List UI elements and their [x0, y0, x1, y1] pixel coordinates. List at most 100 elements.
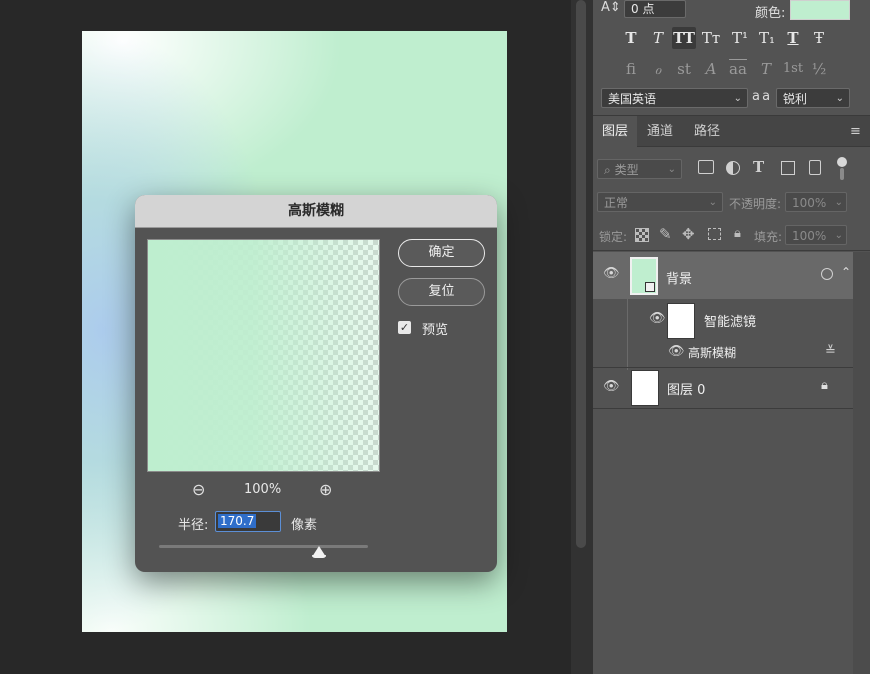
- ordinals-button[interactable]: 1st: [781, 58, 805, 80]
- chevron-down-icon: ⌄: [733, 93, 742, 104]
- panel-divider: [593, 250, 870, 251]
- dialog-title: 高斯模糊: [135, 195, 497, 228]
- antialias-select[interactable]: 锐利 ⌄: [776, 88, 850, 108]
- visibility-eye-icon[interactable]: 👁︎: [649, 311, 666, 326]
- opentype-buttons: fi ℴ st A aa T 1st ½: [600, 58, 850, 82]
- chevron-down-icon: ⌄: [834, 230, 843, 241]
- antialias-icon: a a: [752, 89, 770, 104]
- faux-italic-button[interactable]: T: [646, 27, 670, 49]
- layer-name[interactable]: 背景: [666, 268, 692, 287]
- lock-position-icon[interactable]: ✥: [682, 225, 695, 243]
- zoom-in-icon[interactable]: ⊕: [319, 480, 332, 499]
- subscript-button[interactable]: T₁: [755, 27, 779, 49]
- zoom-out-icon[interactable]: ⊖: [192, 480, 205, 499]
- smart-filters-row[interactable]: 👁︎ 智能滤镜: [593, 299, 853, 370]
- filter-blending-options-icon[interactable]: ≚: [825, 344, 836, 359]
- filter-name[interactable]: 高斯模糊: [688, 344, 736, 361]
- leading-icon: A⇕: [601, 0, 621, 15]
- search-icon: ⌕: [604, 163, 611, 177]
- swash-button[interactable]: A: [699, 58, 723, 80]
- panel-menu-icon[interactable]: ≡: [850, 124, 861, 139]
- radius-value: 170.7: [218, 514, 257, 528]
- radius-unit: 像素: [291, 518, 318, 533]
- tab-channels[interactable]: 通道: [647, 116, 673, 147]
- gaussian-blur-dialog: 高斯模糊 确定 复位 ✓ 预览 ⊖ 100% ⊕ 半径: 170.7 像素: [135, 195, 497, 572]
- layer-thumbnail: [631, 370, 659, 406]
- faux-bold-button[interactable]: T: [619, 27, 643, 49]
- reset-button[interactable]: 复位: [398, 278, 485, 306]
- superscript-button[interactable]: T¹: [728, 27, 752, 49]
- text-color-swatch[interactable]: [790, 0, 850, 20]
- font-size-field[interactable]: 0 点: [624, 0, 686, 18]
- filter-toggle[interactable]: [837, 157, 847, 181]
- visibility-eye-icon[interactable]: 👁︎: [668, 344, 685, 359]
- preview-image: [148, 240, 379, 471]
- ligatures-button[interactable]: fi: [619, 58, 643, 80]
- filter-kind-value: 类型: [614, 163, 639, 177]
- preview-checkbox[interactable]: ✓: [398, 321, 411, 334]
- layers-scrollbar[interactable]: [853, 252, 870, 674]
- smart-object-badge-icon: [645, 282, 655, 292]
- chevron-down-icon: ⌄: [835, 93, 844, 104]
- strikethrough-button[interactable]: Ŧ: [807, 27, 831, 49]
- small-caps-button[interactable]: Tт: [699, 27, 723, 49]
- lock-pixels-icon[interactable]: ✎: [659, 225, 672, 243]
- lock-transparent-icon[interactable]: [635, 228, 649, 242]
- fill-label: 填充:: [754, 230, 783, 244]
- smart-filter-indicator-icon[interactable]: [821, 268, 833, 280]
- language-select[interactable]: 美国英语 ⌄: [601, 88, 748, 108]
- radius-slider-thumb-base: [312, 555, 326, 558]
- layer-divider: [593, 408, 853, 409]
- type-style-buttons: T T TT Tт T¹ T₁ T Ŧ: [600, 27, 850, 51]
- chevron-down-icon: ⌄: [708, 197, 717, 208]
- blend-mode-select[interactable]: 正常 ⌄: [597, 192, 723, 212]
- opacity-value: 100%: [792, 196, 827, 210]
- visibility-eye-icon[interactable]: 👁︎: [603, 266, 620, 281]
- underline-button[interactable]: T: [781, 27, 805, 49]
- filter-mask-thumbnail: [667, 303, 695, 339]
- tab-paths[interactable]: 路径: [694, 116, 720, 147]
- layers-panel-tabs: 图层 通道 路径 ≡: [593, 115, 870, 147]
- visibility-eye-icon[interactable]: 👁︎: [603, 379, 620, 394]
- radius-input[interactable]: 170.7: [215, 511, 281, 532]
- smart-object-filter-icon[interactable]: [809, 160, 821, 175]
- titling-alternates-button[interactable]: T: [754, 58, 778, 80]
- language-value: 美国英语: [608, 92, 657, 106]
- layer-name[interactable]: 图层 0: [667, 379, 705, 398]
- tab-layers[interactable]: 图层: [593, 116, 637, 147]
- contextual-alternates-button[interactable]: ℴ: [646, 58, 670, 80]
- type-layer-filter-icon[interactable]: T: [753, 158, 764, 176]
- adjustment-layer-filter-icon[interactable]: [726, 161, 740, 175]
- blend-mode-value: 正常: [604, 196, 629, 210]
- all-caps-button[interactable]: TT: [672, 27, 696, 49]
- opacity-field[interactable]: 100% ⌄: [785, 192, 847, 212]
- discretionary-ligatures-button[interactable]: st: [672, 58, 696, 80]
- preview-label: 预览: [422, 323, 449, 338]
- layer-row-layer-0[interactable]: 👁︎ 图层 0 🔒︎: [593, 368, 853, 408]
- canvas-scrollbar-thumb[interactable]: [576, 0, 586, 548]
- fractions-button[interactable]: ½: [807, 58, 831, 80]
- opacity-label: 不透明度:: [729, 197, 782, 211]
- fill-field[interactable]: 100% ⌄: [785, 225, 847, 245]
- lock-all-icon[interactable]: 🔒︎: [734, 226, 741, 241]
- layer-lock-icon[interactable]: 🔒︎: [821, 378, 828, 393]
- filter-preview[interactable]: [147, 239, 380, 472]
- pixel-layer-filter-icon[interactable]: [698, 160, 714, 174]
- layer-filter-kind[interactable]: ⌕ 类型 ⌄: [597, 159, 682, 179]
- chevron-down-icon: ⌄: [834, 197, 843, 208]
- radius-label: 半径:: [178, 518, 209, 533]
- ok-button[interactable]: 确定: [398, 239, 485, 267]
- radius-slider-track[interactable]: [159, 545, 368, 548]
- shape-layer-filter-icon[interactable]: [781, 161, 795, 175]
- stylistic-alternates-button[interactable]: aa: [726, 58, 750, 80]
- layer-row-background[interactable]: 👁︎ 背景 ⌃: [593, 252, 853, 299]
- smart-filters-label: 智能滤镜: [704, 315, 757, 330]
- chevron-down-icon: ⌄: [667, 164, 676, 175]
- zoom-level: 100%: [244, 482, 282, 497]
- collapse-chevron-icon[interactable]: ⌃: [841, 265, 851, 279]
- fill-value: 100%: [792, 229, 827, 243]
- layer-thumbnail: [630, 257, 658, 295]
- color-label: 颜色:: [755, 6, 786, 21]
- lock-artboard-icon[interactable]: [708, 228, 721, 240]
- filter-item-gaussian-blur[interactable]: 👁︎ 高斯模糊 ≚: [593, 339, 853, 367]
